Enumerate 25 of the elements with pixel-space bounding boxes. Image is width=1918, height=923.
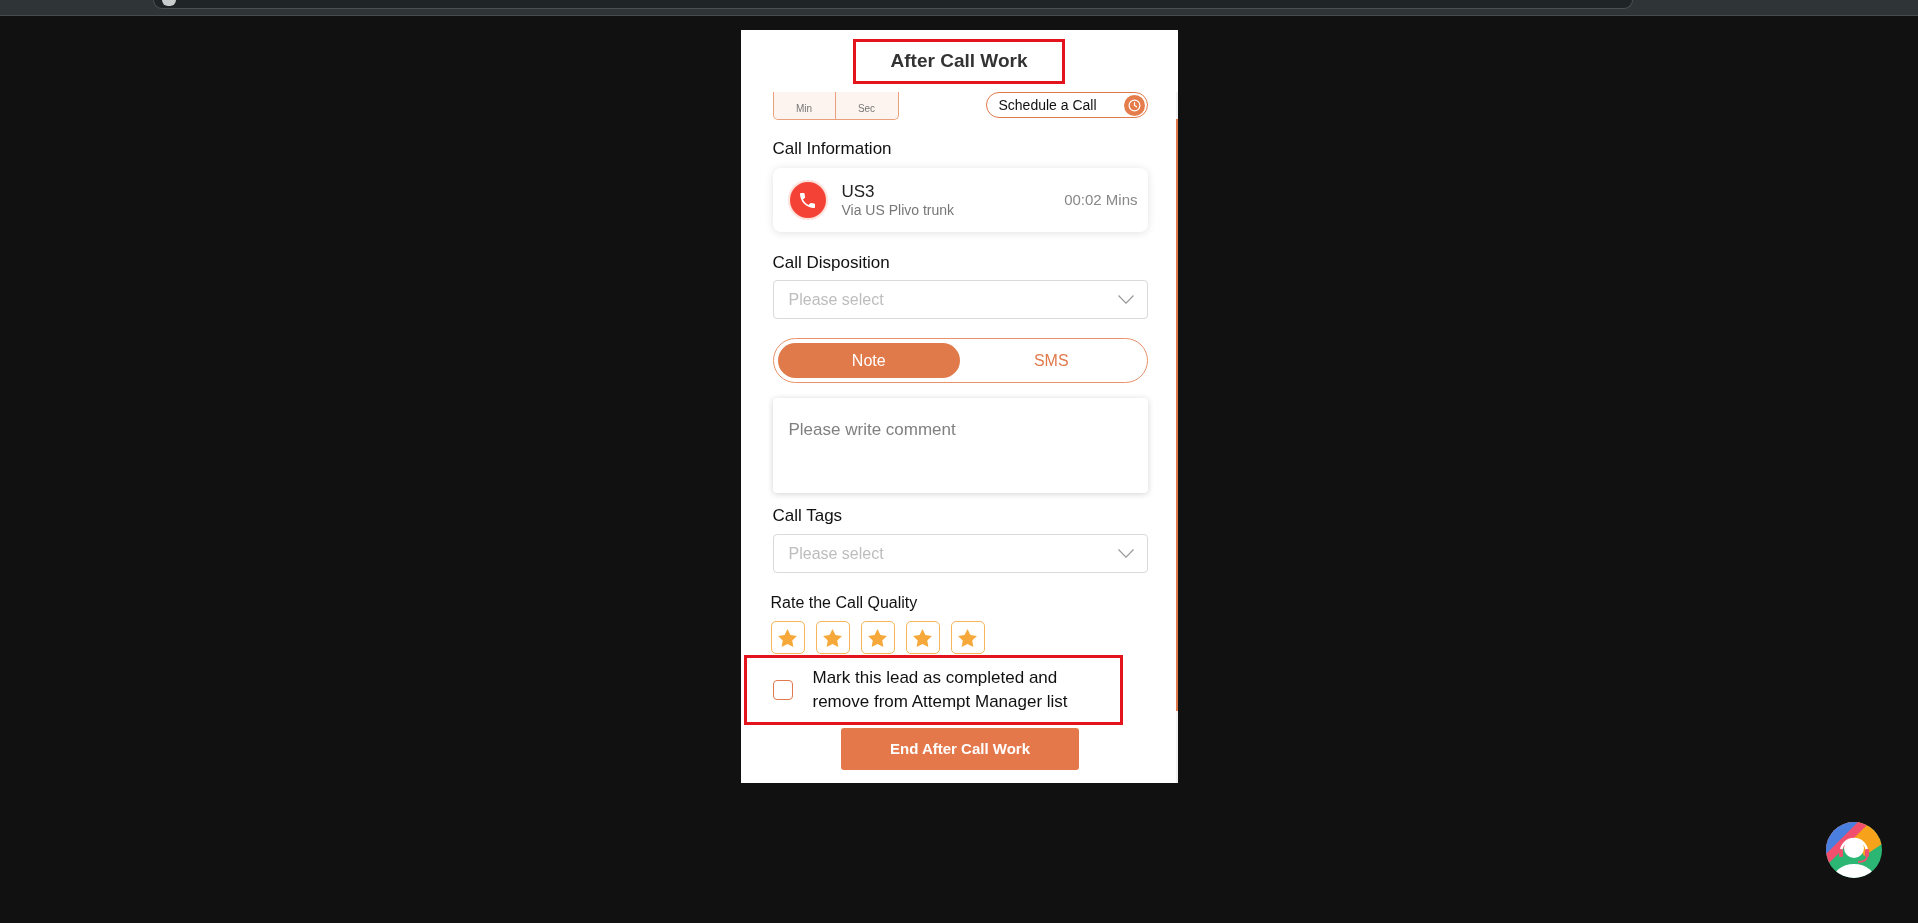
field-label: Rate the Call Quality (770, 594, 918, 612)
phone-icon (787, 180, 828, 220)
call-duration: 00:02 Mins (1064, 189, 1138, 210)
chevron-down-icon (1117, 295, 1134, 304)
tab[interactable]: SMS (960, 343, 1143, 378)
call-name: US3 (841, 181, 876, 202)
timer-label: Sec (857, 103, 876, 115)
star-rating[interactable] (770, 621, 985, 654)
section-heading: Call Information (772, 139, 892, 159)
timer-label: Min (795, 103, 813, 115)
tags-select[interactable]: Please select (772, 534, 1148, 573)
chevron-down-icon (1117, 549, 1134, 558)
schedule-call-button[interactable]: Schedule a Call (985, 92, 1148, 118)
headset-agent-icon[interactable] (1826, 822, 1882, 878)
checkbox-label: Mark this lead as completed and remove from Attempt Manager list (812, 667, 1069, 713)
comment-field[interactable]: Please write comment (772, 398, 1148, 493)
checkbox[interactable] (772, 680, 793, 700)
clock-icon (1123, 94, 1145, 116)
tab[interactable]: Note (777, 343, 960, 378)
call-route: Via US Plivo trunk (841, 201, 955, 219)
disposition-select[interactable]: Please select (772, 280, 1148, 319)
dialog-title: After Call Work (890, 48, 1028, 73)
field-label: Call Disposition (772, 253, 890, 273)
end-after-call-work-button[interactable]: End After Call Work (841, 728, 1079, 770)
field-label: Call Tags (772, 506, 843, 526)
